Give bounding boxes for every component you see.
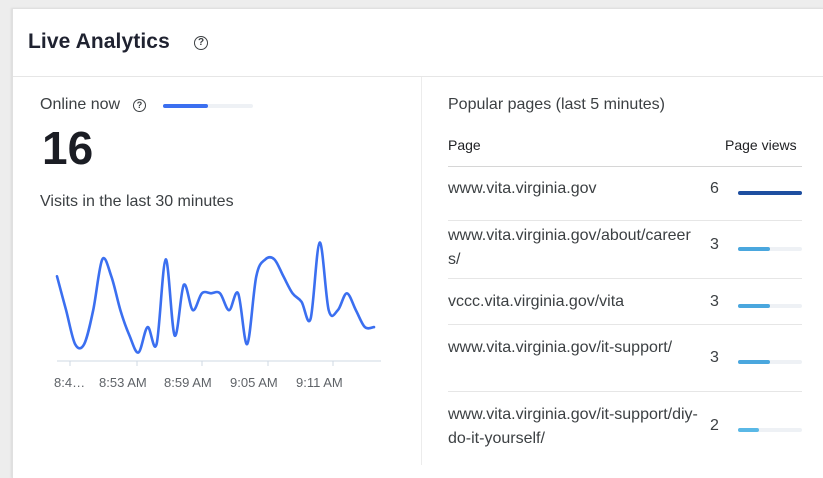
page-views-count: 2	[710, 417, 719, 434]
page-views-bar-fill	[738, 360, 770, 364]
panel-divider	[421, 77, 422, 465]
page-views-bar	[738, 360, 802, 364]
visits-label: Visits in the last 30 minutes	[40, 193, 234, 210]
help-icon[interactable]: ?	[194, 36, 208, 50]
row-divider	[448, 324, 802, 325]
page-url[interactable]: www.vita.virginia.gov/about/careers/	[448, 224, 698, 272]
live-analytics-card: Live Analytics ? Online now ? 16 Visits …	[12, 8, 823, 478]
page-views-bar	[738, 304, 802, 308]
visits-sparkline: 8:4… 8:53 AM 8:59 AM 9:05 AM 9:11 AM	[54, 241, 381, 390]
popular-pages-title: Popular pages (last 5 minutes)	[448, 96, 665, 113]
page-url[interactable]: www.vita.virginia.gov	[448, 177, 698, 201]
x-tick-label: 8:4…	[54, 375, 85, 390]
card-header: Live Analytics ?	[13, 9, 823, 77]
page-views-bar	[738, 191, 802, 195]
help-icon[interactable]: ?	[133, 99, 146, 112]
page-views-bar-fill	[738, 247, 770, 251]
page-url[interactable]: www.vita.virginia.gov/it-support/diy-do-…	[448, 403, 698, 451]
column-header-page-views: Page views	[725, 137, 797, 153]
page-views-count: 6	[710, 180, 719, 197]
row-divider	[448, 278, 802, 279]
online-now-count: 16	[42, 122, 94, 174]
online-now-bar-fill	[163, 104, 208, 108]
page-views-bar-fill	[738, 191, 802, 195]
page-views-count: 3	[710, 293, 719, 310]
x-tick-label: 9:05 AM	[230, 375, 278, 390]
row-divider	[448, 391, 802, 392]
row-divider	[448, 220, 802, 221]
header-divider	[448, 166, 802, 167]
card-title: Live Analytics	[28, 30, 170, 53]
x-tick-label: 8:59 AM	[164, 375, 212, 390]
page-url[interactable]: www.vita.virginia.gov/it-support/	[448, 336, 698, 360]
page-views-bar-fill	[738, 428, 760, 432]
page-views-count: 3	[710, 236, 719, 253]
online-now-bar	[163, 104, 253, 108]
page-views-count: 3	[710, 349, 719, 366]
x-tick-label: 9:11 AM	[296, 375, 343, 390]
visits-line	[55, 241, 376, 354]
page-views-bar	[738, 247, 802, 251]
x-tick-label: 8:53 AM	[99, 375, 147, 390]
page-views-bar-fill	[738, 304, 770, 308]
online-now-label: Online now	[40, 96, 121, 113]
page-views-bar	[738, 428, 802, 432]
page-url[interactable]: vccc.vita.virginia.gov/vita	[448, 290, 698, 314]
column-header-page: Page	[448, 137, 481, 153]
